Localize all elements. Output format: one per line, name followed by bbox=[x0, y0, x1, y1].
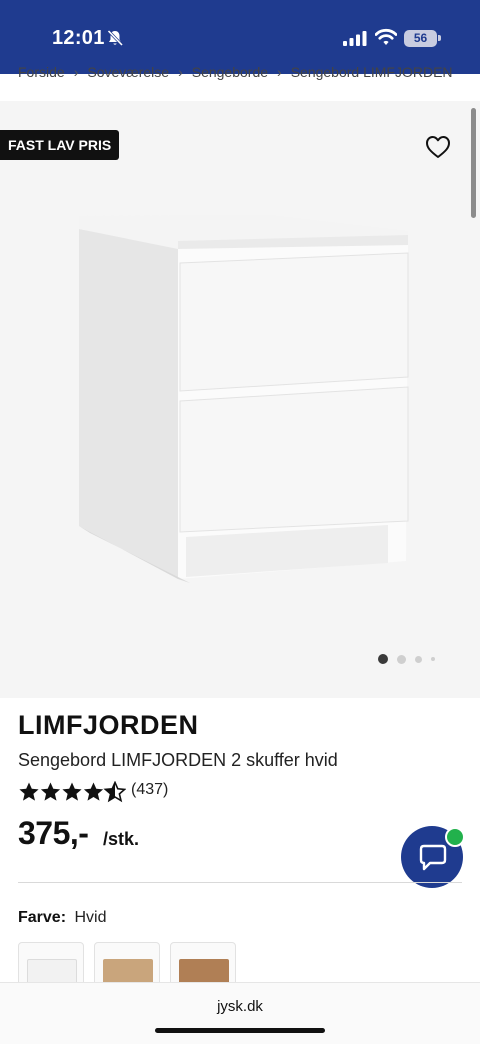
star-icon bbox=[62, 782, 82, 801]
battery-tip bbox=[438, 35, 441, 41]
breadcrumb-separator: › bbox=[73, 64, 79, 80]
wifi-icon bbox=[375, 28, 397, 45]
gallery-dot[interactable] bbox=[415, 655, 422, 663]
product-name: Sengebord LIMFJORDEN 2 skuffer hvid bbox=[18, 750, 338, 770]
browser-url-bar[interactable]: jysk.dk bbox=[0, 982, 480, 1044]
breadcrumb-separator: › bbox=[277, 64, 282, 80]
url-text[interactable]: jysk.dk bbox=[0, 998, 480, 1015]
status-time: 12:01 bbox=[52, 27, 105, 49]
gallery-dot-active[interactable] bbox=[378, 654, 388, 664]
gallery-pagination[interactable] bbox=[378, 654, 435, 664]
battery-icon: 56 bbox=[404, 30, 437, 47]
rating-stars[interactable] bbox=[18, 781, 126, 803]
status-bar: 12:01 56 bbox=[0, 0, 480, 74]
breadcrumb-item-forside[interactable]: Forside bbox=[18, 64, 65, 80]
star-icon bbox=[19, 782, 39, 801]
price-badge: FAST LAV PRIS bbox=[0, 130, 120, 160]
gallery-dot[interactable] bbox=[431, 657, 435, 661]
breadcrumb-item-sengeborde[interactable]: Sengeborde bbox=[192, 64, 268, 80]
signal-icon bbox=[343, 31, 367, 46]
breadcrumb: Forside › Soveværelse › Sengeborde › Sengebord… bbox=[18, 64, 480, 84]
product-image bbox=[79, 215, 409, 583]
color-selector-label: Farve: Hvid bbox=[18, 909, 107, 927]
bell-off-icon bbox=[107, 29, 124, 47]
star-icon bbox=[40, 782, 61, 801]
chat-icon bbox=[419, 844, 447, 871]
color-label: Farve: bbox=[18, 909, 67, 926]
product-page: 12:01 56 Forside › Soveværelse › Sengeborde ›… bbox=[0, 0, 480, 1044]
product-price: 375,- bbox=[18, 815, 89, 851]
heart-icon[interactable] bbox=[424, 134, 452, 160]
gallery-dot[interactable] bbox=[397, 654, 406, 664]
scrollbar-thumb[interactable] bbox=[471, 108, 476, 218]
price-unit: /stk. bbox=[103, 829, 140, 849]
star-half-icon bbox=[104, 781, 126, 802]
color-value: Hvid bbox=[74, 909, 107, 926]
star-icon bbox=[83, 782, 104, 801]
divider bbox=[18, 882, 462, 883]
home-indicator[interactable] bbox=[155, 1028, 325, 1033]
review-count[interactable]: (437) bbox=[131, 781, 168, 799]
product-brand: LIMFJORDEN bbox=[18, 710, 199, 740]
breadcrumb-item-sovevaerelse[interactable]: Soveværelse bbox=[87, 64, 169, 80]
online-status-dot bbox=[445, 827, 465, 847]
breadcrumb-separator: › bbox=[178, 64, 183, 80]
product-gallery[interactable]: FAST LAV PRIS bbox=[0, 101, 480, 698]
breadcrumb-item-current: Sengebord LIMFJORDEN bbox=[290, 64, 453, 80]
